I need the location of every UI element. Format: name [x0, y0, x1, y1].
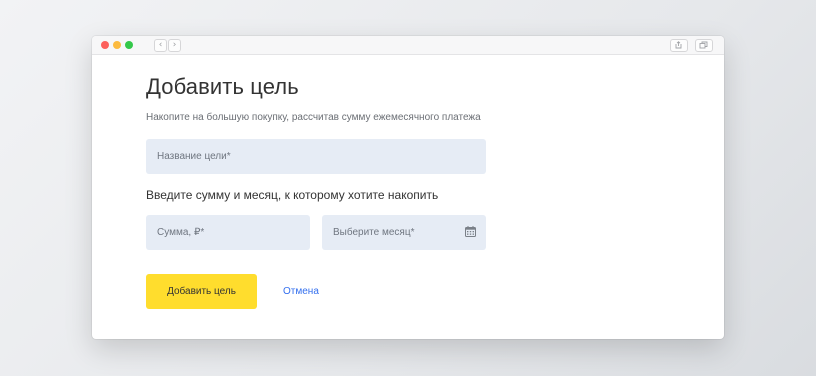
amount-field[interactable]: Сумма, ₽*: [146, 215, 310, 250]
goal-name-placeholder: Название цели*: [157, 151, 231, 162]
browser-titlebar: ‹ ›: [92, 36, 724, 55]
share-icon[interactable]: [670, 39, 688, 52]
tabs-icon[interactable]: [695, 39, 713, 52]
maximize-window-button[interactable]: [125, 41, 133, 49]
amount-placeholder: Сумма, ₽*: [157, 227, 205, 238]
goal-name-field[interactable]: Название цели*: [146, 139, 486, 174]
chevron-left-icon[interactable]: ‹: [154, 39, 167, 52]
month-placeholder: Выберите месяц*: [333, 227, 415, 238]
amount-section-heading: Введите сумму и месяц, к которому хотите…: [146, 188, 439, 202]
minimize-window-button[interactable]: [113, 41, 121, 49]
month-select[interactable]: Выберите месяц*: [322, 215, 486, 250]
calendar-icon[interactable]: [465, 226, 476, 237]
page-subtitle: Накопите на большую покупку, рассчитав с…: [146, 112, 481, 123]
page-title: Добавить цель: [146, 74, 299, 99]
browser-window: ‹ › Добавить цель Накопите на большую по…: [92, 36, 724, 339]
chevron-right-icon[interactable]: ›: [168, 39, 181, 52]
cancel-link[interactable]: Отмена: [283, 286, 319, 297]
add-goal-button[interactable]: Добавить цель: [146, 274, 257, 309]
close-window-button[interactable]: [101, 41, 109, 49]
